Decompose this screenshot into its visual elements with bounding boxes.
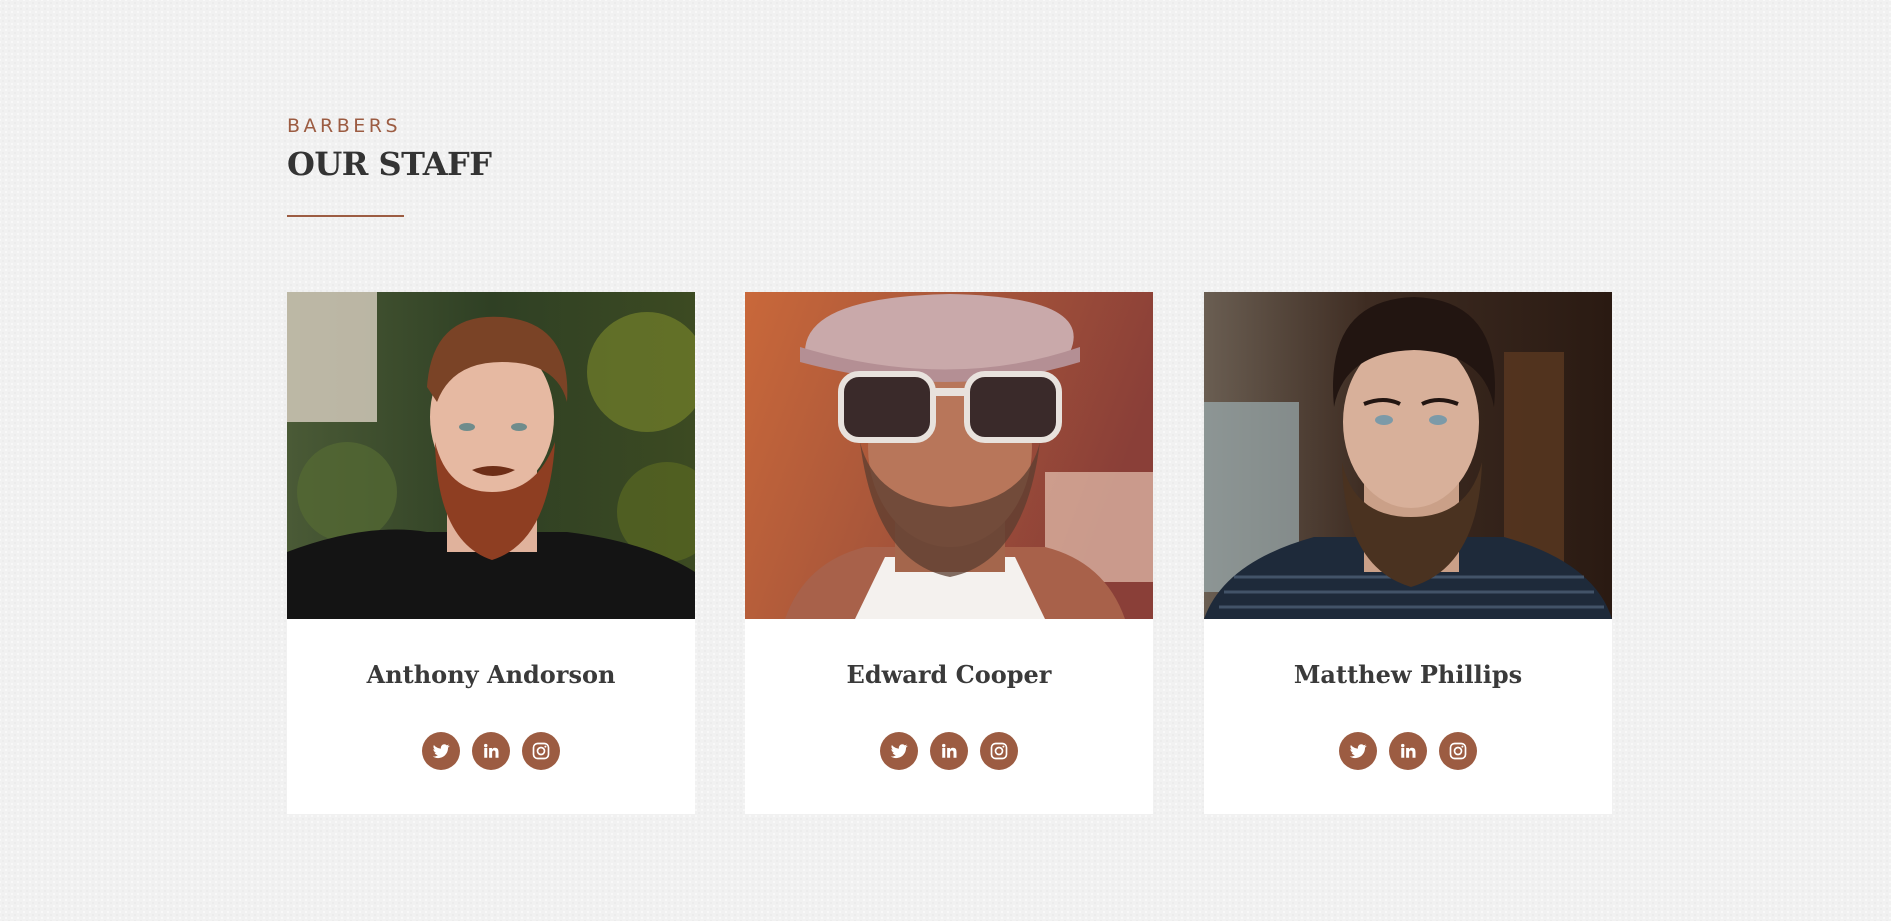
twitter-icon[interactable] (1339, 732, 1377, 770)
social-links (287, 732, 695, 770)
twitter-icon[interactable] (422, 732, 460, 770)
title-divider (287, 215, 404, 217)
social-links (1204, 732, 1612, 770)
staff-name: Anthony Andorson (366, 660, 616, 689)
staff-photo (287, 292, 695, 619)
staff-card: Matthew Phillips (1204, 292, 1612, 814)
staff-card: Edward Cooper (745, 292, 1153, 814)
instagram-icon[interactable] (980, 732, 1018, 770)
staff-photo (1204, 292, 1612, 619)
twitter-icon[interactable] (880, 732, 918, 770)
instagram-icon[interactable] (1439, 732, 1477, 770)
section-title: OUR STAFF (287, 145, 492, 183)
staff-photo (745, 292, 1153, 619)
section-eyebrow: BARBERS (287, 115, 402, 137)
linkedin-icon[interactable] (472, 732, 510, 770)
instagram-icon[interactable] (522, 732, 560, 770)
linkedin-icon[interactable] (930, 732, 968, 770)
staff-card: Anthony Andorson (287, 292, 695, 814)
staff-name: Edward Cooper (846, 660, 1052, 689)
staff-name: Matthew Phillips (1293, 660, 1523, 689)
social-links (745, 732, 1153, 770)
linkedin-icon[interactable] (1389, 732, 1427, 770)
section-header: BARBERS OUR STAFF (287, 114, 492, 184)
